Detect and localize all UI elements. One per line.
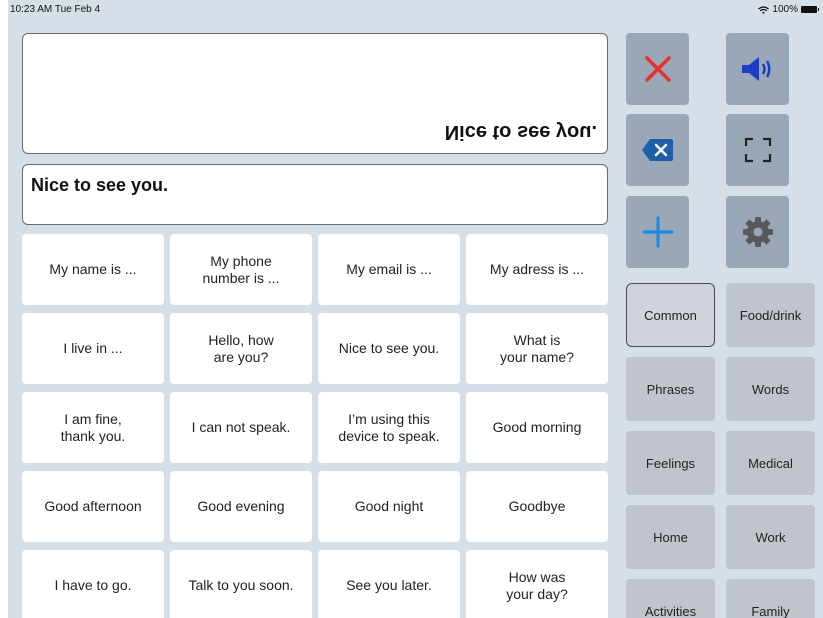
category-food-drink[interactable]: Food/drink bbox=[726, 283, 815, 347]
phrase-button[interactable]: I live in ... bbox=[22, 313, 164, 384]
category-activities[interactable]: Activities bbox=[626, 579, 715, 618]
category-work[interactable]: Work bbox=[726, 505, 815, 569]
phrase-button[interactable]: Good evening bbox=[170, 471, 312, 542]
backspace-icon bbox=[641, 139, 673, 161]
phrase-button[interactable]: Good night bbox=[318, 471, 460, 542]
phrase-button[interactable]: My adress is ... bbox=[466, 234, 608, 305]
category-medical[interactable]: Medical bbox=[726, 431, 815, 495]
wifi-icon bbox=[758, 5, 770, 14]
phrase-button[interactable]: I have to go. bbox=[22, 550, 164, 618]
add-button[interactable] bbox=[626, 196, 689, 268]
phrase-button[interactable]: See you later. bbox=[318, 550, 460, 618]
phrase-button[interactable]: Good morning bbox=[466, 392, 608, 463]
settings-button[interactable] bbox=[726, 196, 789, 268]
gear-icon bbox=[742, 217, 773, 247]
phrase-button[interactable]: My phone number is ... bbox=[170, 234, 312, 305]
speak-button[interactable] bbox=[726, 33, 789, 105]
flipped-display-text: Nice to see you. bbox=[444, 121, 597, 143]
status-time: 10:23 AM Tue Feb 4 bbox=[10, 4, 101, 15]
message-text: Nice to see you. bbox=[31, 175, 169, 195]
phrase-button[interactable]: I am fine, thank you. bbox=[22, 392, 164, 463]
app-window: 10:23 AM Tue Feb 4 100% Nice to see you.… bbox=[8, 0, 823, 618]
battery-percent: 100% bbox=[772, 4, 798, 15]
plus-icon bbox=[641, 216, 674, 248]
phrase-button[interactable]: Goodbye bbox=[466, 471, 608, 542]
phrase-button[interactable]: Nice to see you. bbox=[318, 313, 460, 384]
phrase-button[interactable]: I’m using this device to speak. bbox=[318, 392, 460, 463]
fullscreen-button[interactable] bbox=[726, 114, 789, 186]
clear-button[interactable] bbox=[626, 33, 689, 105]
category-home[interactable]: Home bbox=[626, 505, 715, 569]
category-phrases[interactable]: Phrases bbox=[626, 357, 715, 421]
category-family[interactable]: Family bbox=[726, 579, 815, 618]
phrase-button[interactable]: Good afternoon bbox=[22, 471, 164, 542]
phrase-button[interactable]: My name is ... bbox=[22, 234, 164, 305]
speaker-icon bbox=[741, 57, 770, 81]
phrase-button[interactable]: What is your name? bbox=[466, 313, 608, 384]
status-bar: 10:23 AM Tue Feb 4 100% bbox=[8, 0, 823, 22]
category-common[interactable]: Common bbox=[626, 283, 715, 347]
phrase-button[interactable]: My email is ... bbox=[318, 234, 460, 305]
phrase-button[interactable]: I can not speak. bbox=[170, 392, 312, 463]
category-words[interactable]: Words bbox=[726, 357, 815, 421]
fullscreen-icon bbox=[744, 137, 771, 163]
phrase-button[interactable]: Hello, how are you? bbox=[170, 313, 312, 384]
close-icon bbox=[644, 56, 671, 82]
category-feelings[interactable]: Feelings bbox=[626, 431, 715, 495]
flipped-display: Nice to see you. bbox=[22, 33, 608, 154]
battery-icon bbox=[801, 6, 819, 13]
phrase-button[interactable]: How was your day? bbox=[466, 550, 608, 618]
phrase-button[interactable]: Talk to you soon. bbox=[170, 550, 312, 618]
phrase-grid: My name is ... My phone number is ... My… bbox=[22, 234, 612, 618]
backspace-button[interactable] bbox=[626, 114, 689, 186]
message-input[interactable]: Nice to see you. bbox=[22, 164, 608, 225]
